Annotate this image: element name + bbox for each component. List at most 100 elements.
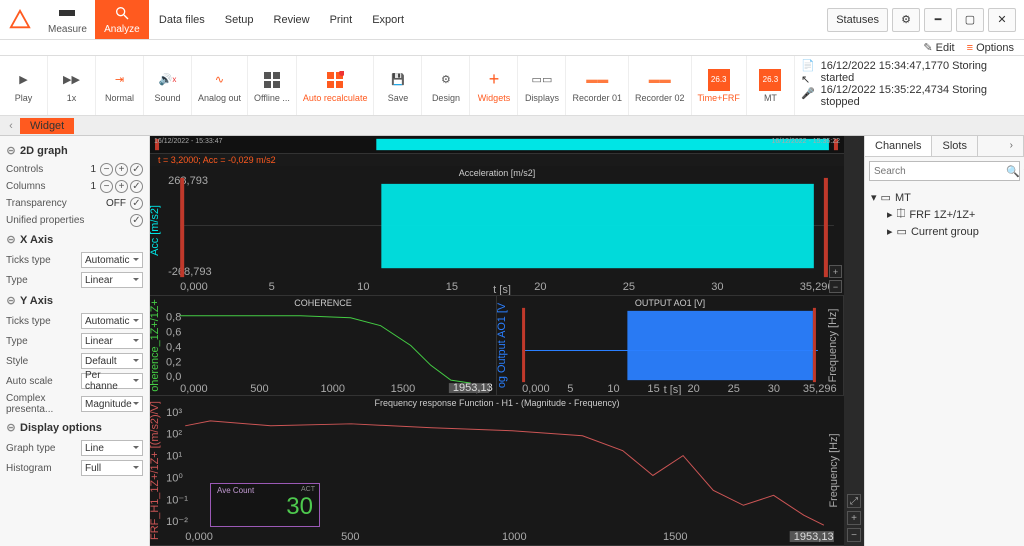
- menu-datafiles[interactable]: Data files: [149, 0, 215, 39]
- ytype-select[interactable]: Linear: [81, 333, 143, 349]
- zoom-in[interactable]: +: [829, 265, 842, 278]
- recorder1-button[interactable]: ▬▬Recorder 01: [566, 56, 629, 115]
- chart-title: Frequency response Function - H1 - (Magn…: [374, 398, 619, 408]
- offline-button[interactable]: Offline ...: [248, 56, 297, 115]
- inc-button[interactable]: +: [115, 180, 128, 193]
- output-chart[interactable]: OUTPUT AO1 [V] og Output AO1 [V Frequenc…: [497, 296, 844, 396]
- widgets-button[interactable]: +Widgets: [470, 56, 518, 115]
- ave-status: ACT: [301, 486, 315, 493]
- zoom-in-button[interactable]: +: [847, 511, 861, 525]
- tree-root[interactable]: ▾▭MT: [871, 189, 1018, 206]
- dec-button[interactable]: −: [100, 163, 113, 176]
- menu-analyze[interactable]: Analyze: [95, 0, 149, 39]
- section-y-axis[interactable]: ⊝Y Axis: [6, 290, 143, 311]
- menu-export[interactable]: Export: [362, 0, 414, 39]
- ytype-label: Type: [6, 336, 77, 347]
- check-button[interactable]: ✓: [130, 163, 143, 176]
- speed-button[interactable]: ▶▶1x: [48, 56, 96, 115]
- check-button[interactable]: ✓: [130, 197, 143, 210]
- tab-channels[interactable]: Channels: [865, 136, 932, 156]
- cursor-icon: ↖: [801, 74, 815, 86]
- sound-button[interactable]: 🔊xSound: [144, 56, 192, 115]
- svg-text:0,8: 0,8: [166, 312, 181, 324]
- histogram-select[interactable]: Full: [81, 460, 143, 476]
- normal-button[interactable]: ⇥Normal: [96, 56, 144, 115]
- widget-tab[interactable]: Widget: [20, 118, 74, 134]
- chart-title: COHERENCE: [294, 298, 352, 308]
- properties-panel: ⊝2D graph Controls1−+✓ Columns1−+✓ Trans…: [0, 136, 150, 546]
- search-input[interactable]: [874, 166, 1006, 177]
- timefrf-button[interactable]: 26.3Time+FRF: [692, 56, 747, 115]
- disclosure-icon: ⊝: [6, 233, 16, 246]
- autoscale-label: Auto scale: [6, 376, 77, 387]
- window-maximize[interactable]: ▢: [956, 8, 984, 32]
- tree-item[interactable]: ▸⎅FRF 1Z+/1Z+: [871, 206, 1018, 223]
- offline-icon: [261, 69, 283, 91]
- section-2d-graph[interactable]: ⊝2D graph: [6, 140, 143, 161]
- edit-link[interactable]: ✎ Edit: [923, 41, 954, 54]
- transparency-label: Transparency: [6, 198, 102, 209]
- inc-button[interactable]: +: [115, 163, 128, 176]
- menu-measure[interactable]: Measure: [40, 0, 95, 39]
- statuses-button[interactable]: Statuses: [827, 8, 888, 32]
- histogram-label: Histogram: [6, 463, 77, 474]
- check-button[interactable]: ✓: [130, 180, 143, 193]
- svg-text:10⁰: 10⁰: [166, 472, 183, 484]
- svg-text:0,2: 0,2: [166, 356, 181, 368]
- complex-select[interactable]: Magnitude: [81, 396, 143, 412]
- badge-icon: 26.3: [708, 69, 730, 91]
- search-icon: 🔍: [1006, 165, 1020, 178]
- save-button[interactable]: 💾Save: [374, 56, 422, 115]
- menu-print[interactable]: Print: [320, 0, 363, 39]
- xtype-select[interactable]: Linear: [81, 272, 143, 288]
- timeline-chart[interactable]: 16/12/2022 - 15:33:47 16/12/2022 - 15:35…: [150, 136, 844, 154]
- controls-label: Controls: [6, 164, 86, 175]
- displays-button[interactable]: ▭▭Displays: [518, 56, 566, 115]
- ystyle-select[interactable]: Default: [81, 353, 143, 369]
- frf-chart[interactable]: Frequency response Function - H1 - (Magn…: [150, 396, 844, 546]
- coherence-chart[interactable]: COHERENCE oherence_1Z+/1Z+ 0,00,20,40,60…: [150, 296, 497, 396]
- panel-chevron[interactable]: ›: [1000, 136, 1024, 156]
- svg-text:1000: 1000: [502, 531, 527, 543]
- dec-button[interactable]: −: [100, 180, 113, 193]
- section-x-axis[interactable]: ⊝X Axis: [6, 229, 143, 250]
- expand-button[interactable]: ⤢: [847, 494, 861, 508]
- yticks-label: Ticks type: [6, 316, 77, 327]
- tab-prev[interactable]: ‹: [4, 119, 18, 133]
- autoscale-select[interactable]: Per channe: [81, 373, 143, 389]
- badge-icon: 26.3: [759, 69, 781, 91]
- search-box[interactable]: 🔍 ▾: [869, 161, 1020, 181]
- tab-slots[interactable]: Slots: [932, 136, 977, 156]
- svg-text:oherence_1Z+/1Z+: oherence_1Z+/1Z+: [150, 299, 161, 392]
- ts-right: 16/12/2022 - 15:35:22: [771, 138, 840, 145]
- xticks-select[interactable]: Automatic: [81, 252, 143, 268]
- zoom-out[interactable]: −: [829, 280, 842, 293]
- accel-chart[interactable]: Acceleration [m/s2] Acc [m/s2] 268,793 -…: [150, 166, 844, 296]
- menu-review[interactable]: Review: [264, 0, 320, 39]
- analog-out-button[interactable]: ∿Analog out: [192, 56, 248, 115]
- svg-text:1500: 1500: [663, 531, 688, 543]
- graphtype-select[interactable]: Line: [81, 440, 143, 456]
- auto-recalc-button[interactable]: Auto recalculate: [297, 56, 375, 115]
- window-minimize[interactable]: ━: [924, 8, 952, 32]
- yticks-select[interactable]: Automatic: [81, 313, 143, 329]
- mt-button[interactable]: 26.3MT: [747, 56, 795, 115]
- svg-text:30: 30: [711, 281, 723, 293]
- design-button[interactable]: ⚙Design: [422, 56, 470, 115]
- disclosure-icon: ▸: [887, 225, 893, 238]
- section-display-options[interactable]: ⊝Display options: [6, 417, 143, 438]
- recorder2-button[interactable]: ▬▬Recorder 02: [629, 56, 692, 115]
- svg-text:500: 500: [250, 383, 268, 395]
- event-log: 📄 ↖ 🎤 16/12/2022 15:34:47,1770 Storing s…: [795, 56, 1024, 115]
- disclosure-icon: ⊝: [6, 294, 16, 307]
- tree-item[interactable]: ▸▭Current group: [871, 223, 1018, 240]
- play-button[interactable]: ▶Play: [0, 56, 48, 115]
- options-link[interactable]: ≡ Options: [967, 42, 1014, 54]
- settings-button[interactable]: ⚙: [892, 8, 920, 32]
- check-button[interactable]: ✓: [130, 214, 143, 227]
- menu-setup[interactable]: Setup: [215, 0, 264, 39]
- window-close[interactable]: ✕: [988, 8, 1016, 32]
- ave-value: 30: [217, 495, 313, 519]
- svg-text:15: 15: [446, 281, 458, 293]
- zoom-out-button[interactable]: −: [847, 528, 861, 542]
